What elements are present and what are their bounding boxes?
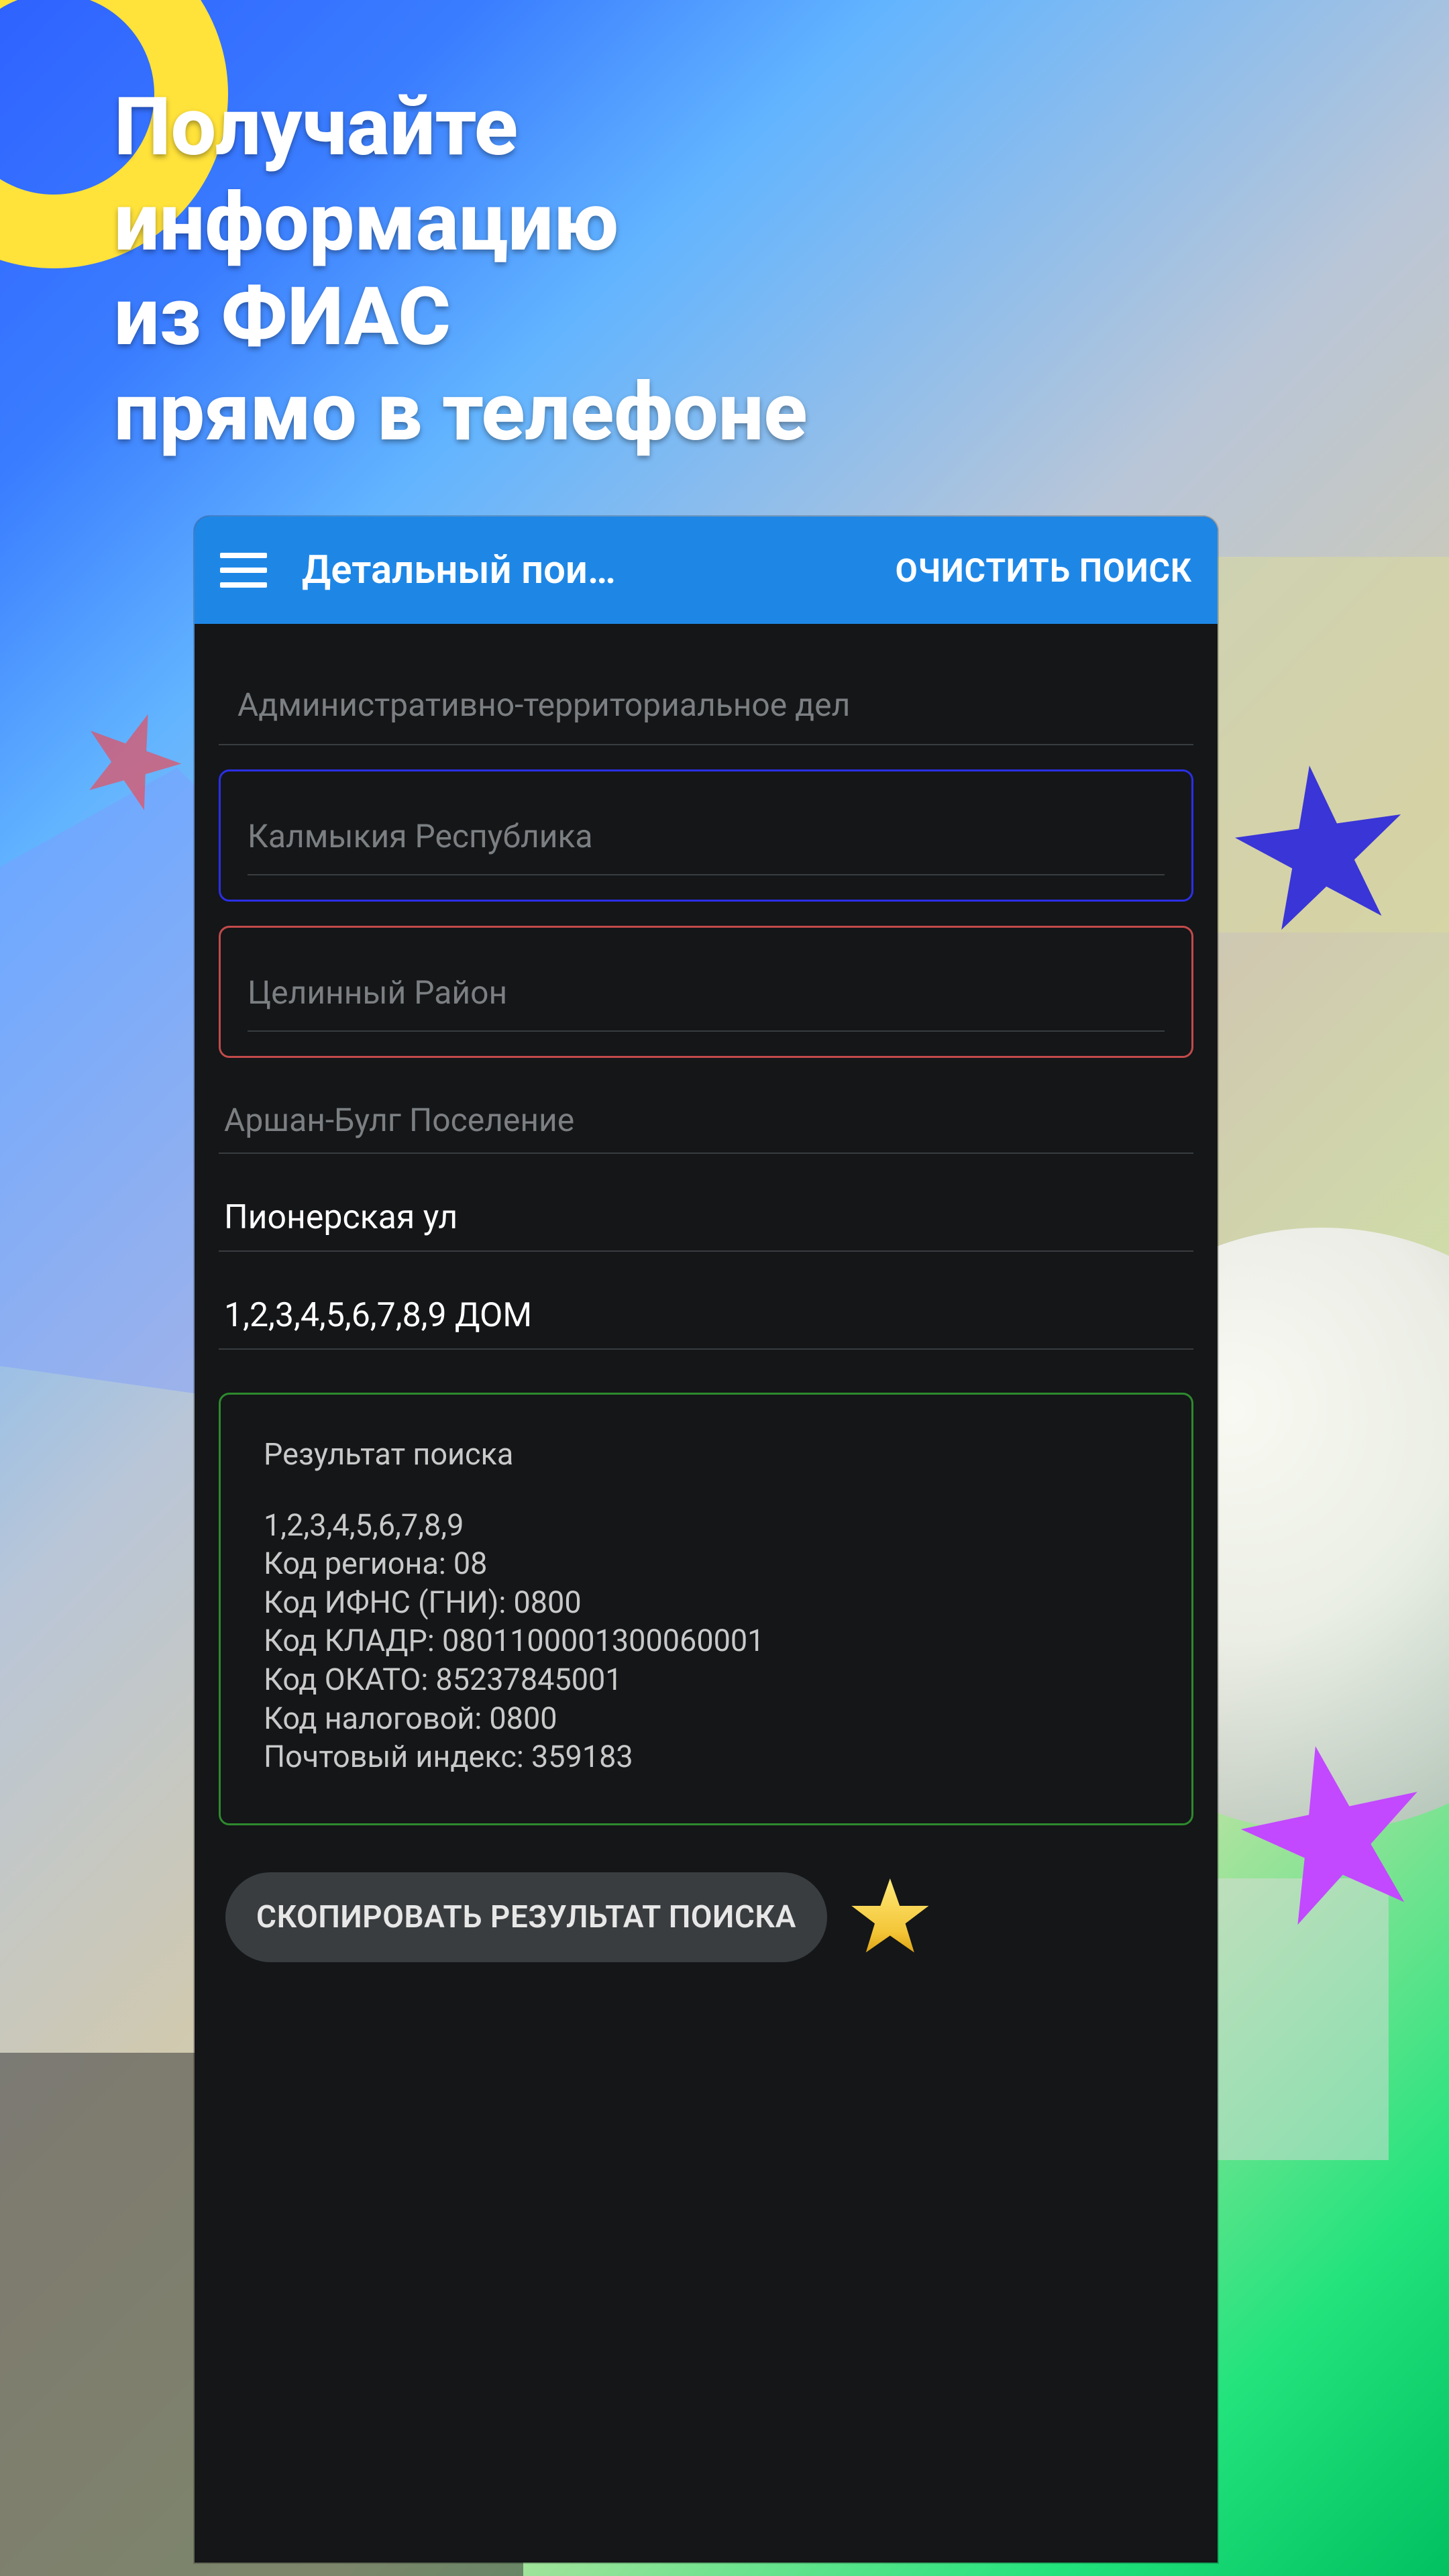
copy-result-button[interactable]: СКОПИРОВАТЬ РЕЗУЛЬТАТ ПОИСКА xyxy=(225,1872,827,1962)
result-ifns: Код ИФНС (ГНИ): 0800 xyxy=(264,1583,1148,1622)
result-title: Результат поиска xyxy=(264,1435,1148,1474)
district-field-box[interactable]: Целинный Район xyxy=(219,926,1193,1058)
menu-icon[interactable] xyxy=(220,553,267,588)
result-houses: 1,2,3,4,5,6,7,8,9 xyxy=(264,1506,1148,1545)
district-field-value: Целинный Район xyxy=(248,973,1165,1032)
house-field[interactable]: 1,2,3,4,5,6,7,8,9 ДОМ xyxy=(219,1276,1193,1350)
region-field-box[interactable]: Калмыкия Республика xyxy=(219,769,1193,902)
result-kladr: Код КЛАДР: 0801100001300060001 xyxy=(264,1621,1148,1660)
app-topbar: Детальный пои… ОЧИСТИТЬ ПОИСК xyxy=(195,517,1218,624)
search-form: Административно-территориальное дел Калм… xyxy=(195,624,1218,2002)
result-tax: Код налоговой: 0800 xyxy=(264,1699,1148,1738)
hero-headline: Получайте информацию из ФИАС прямо в тел… xyxy=(114,80,1335,460)
result-region-code: Код региона: 08 xyxy=(264,1544,1148,1583)
result-postal: Почтовый индекс: 359183 xyxy=(264,1737,1148,1776)
clear-search-button[interactable]: ОЧИСТИТЬ ПОИСК xyxy=(896,551,1192,590)
screen-title: Детальный пои… xyxy=(302,547,861,593)
result-okato: Код ОКАТО: 85237845001 xyxy=(264,1660,1148,1699)
region-field-value: Калмыкия Республика xyxy=(248,817,1165,875)
phone-frame: Детальный пои… ОЧИСТИТЬ ПОИСК Администра… xyxy=(195,517,1218,2563)
bottom-row: СКОПИРОВАТЬ РЕЗУЛЬТАТ ПОИСКА xyxy=(219,1872,1193,1962)
favorite-star-icon[interactable] xyxy=(850,1877,930,1957)
promo-background: Получайте информацию из ФИАС прямо в тел… xyxy=(0,0,1449,2576)
search-result-box: Результат поиска 1,2,3,4,5,6,7,8,9 Код р… xyxy=(219,1393,1193,1825)
admin-division-field[interactable]: Административно-территориальное дел xyxy=(219,651,1193,745)
street-field[interactable]: Пионерская ул xyxy=(219,1178,1193,1252)
settlement-field[interactable]: Аршан-Булг Поселение xyxy=(219,1078,1193,1154)
